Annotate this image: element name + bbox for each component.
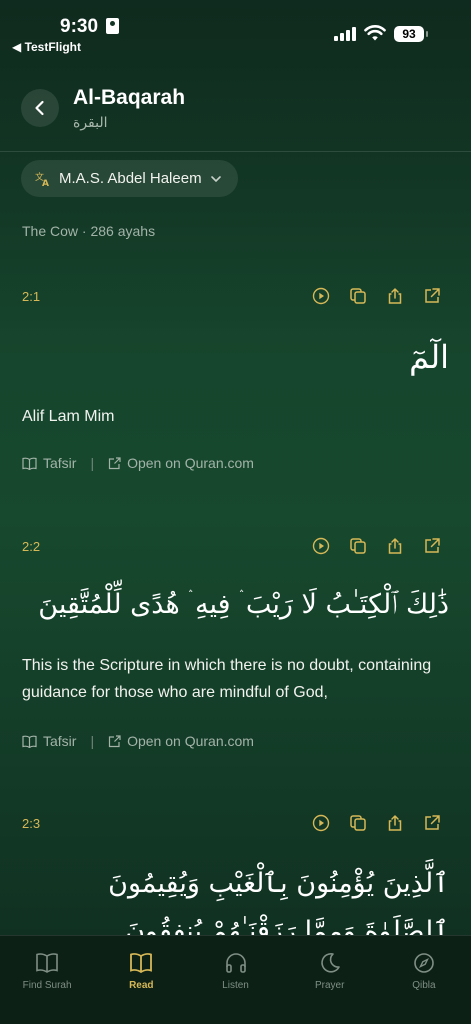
open-on-quran-link[interactable]: Open on Quran.com — [127, 733, 254, 749]
tab-label: Qibla — [412, 980, 436, 991]
play-icon[interactable] — [310, 812, 332, 834]
moon-icon — [321, 953, 340, 973]
back-to-testflight[interactable]: ◀ TestFlight — [12, 40, 81, 54]
chevron-left-icon — [35, 100, 44, 116]
translator-selector[interactable]: 文 A M.A.S. Abdel Haleem — [21, 160, 238, 197]
translator-label: M.A.S. Abdel Haleem — [59, 170, 202, 187]
book-icon — [22, 735, 37, 748]
play-icon[interactable] — [310, 535, 332, 557]
ayah-arabic: ٱلَّذِينَ يُؤْمِنُونَ بِٱلْغَيْبِ وَيُقِ… — [108, 868, 449, 935]
share-icon[interactable] — [384, 812, 406, 834]
ayah-number: 2:3 — [22, 816, 41, 831]
status-time: 9:30 — [60, 16, 99, 37]
external-link-icon — [108, 456, 121, 469]
compass-icon — [414, 953, 434, 973]
ayah-actions — [310, 535, 443, 557]
cellular-signal-icon — [334, 27, 356, 41]
copy-icon[interactable] — [347, 285, 369, 307]
translate-icon: 文 A — [35, 171, 49, 187]
copy-icon[interactable] — [347, 812, 369, 834]
ayah-links: Tafsir | Open on Quran.com — [22, 455, 254, 471]
tafsir-link[interactable]: Tafsir — [43, 455, 76, 471]
book-icon — [130, 953, 153, 974]
chevron-down-icon — [210, 175, 221, 182]
link-separator: | — [90, 733, 95, 749]
status-bar: 9:30 ◀ TestFlight 93 — [0, 0, 471, 58]
tab-label: Listen — [222, 980, 249, 991]
tab-prayer[interactable]: Prayer — [283, 936, 377, 1024]
tab-read[interactable]: Read — [94, 936, 188, 1024]
tab-label: Read — [129, 980, 154, 991]
book-icon — [22, 457, 37, 470]
battery-tip — [426, 31, 428, 37]
tab-label: Find Surah — [22, 980, 72, 991]
ayah-arabic: ذَٰلِكَ ٱلْكِتَـٰبُ لَا رَيْبَ ۛ فِيهِ ۛ… — [38, 589, 449, 620]
book-open-icon — [36, 953, 58, 973]
ayah-number: 2:1 — [22, 289, 41, 304]
surah-meta: The Cow · 286 ayahs — [22, 223, 156, 239]
external-link-icon — [108, 734, 121, 747]
external-link-icon[interactable] — [421, 535, 443, 557]
open-on-quran-link[interactable]: Open on Quran.com — [127, 455, 254, 471]
play-icon[interactable] — [310, 285, 332, 307]
ayah-number: 2:2 — [22, 539, 41, 554]
surah-header: Al-Baqarah البقرة — [0, 80, 471, 150]
ayah-arabic: الٓمٓ — [409, 338, 449, 376]
ayah-card: 2:3 ٱلَّذِينَ يُؤْمِنُونَ بِٱلْغَيْبِ وَ… — [0, 810, 471, 935]
ayah-actions — [310, 285, 443, 307]
ayah-card: 2:1 الٓمٓ Alif Lam Mim Tafsir | Open on … — [0, 283, 471, 483]
tab-find-surah[interactable]: Find Surah — [0, 936, 94, 1024]
ayah-links: Tafsir | Open on Quran.com — [22, 733, 254, 749]
tab-bar: Find Surah Read Listen Prayer Qibla — [0, 935, 471, 1024]
copy-icon[interactable] — [347, 535, 369, 557]
ayah-card: 2:2 ذَٰلِكَ ٱلْكِتَـٰبُ لَا رَيْبَ ۛ فِي… — [0, 533, 471, 763]
page-subtitle-arabic: البقرة — [73, 114, 108, 130]
tafsir-link[interactable]: Tafsir — [43, 733, 76, 749]
svg-text:A: A — [42, 179, 49, 187]
back-button[interactable] — [21, 89, 59, 127]
link-separator: | — [90, 455, 95, 471]
header-divider — [0, 151, 471, 152]
person-icon — [106, 18, 119, 34]
external-link-icon[interactable] — [421, 812, 443, 834]
ayah-translation: This is the Scripture in which there is … — [22, 657, 432, 701]
wifi-icon — [364, 24, 386, 47]
tab-listen[interactable]: Listen — [188, 936, 282, 1024]
headphones-icon — [225, 953, 246, 973]
battery-indicator: 93 — [394, 26, 424, 42]
page-title: Al-Baqarah — [73, 86, 186, 109]
tab-qibla[interactable]: Qibla — [377, 936, 471, 1024]
ayah-actions — [310, 812, 443, 834]
external-link-icon[interactable] — [421, 285, 443, 307]
ayah-translation: Alif Lam Mim — [22, 408, 115, 425]
share-icon[interactable] — [384, 535, 406, 557]
tab-label: Prayer — [314, 980, 345, 991]
share-icon[interactable] — [384, 285, 406, 307]
